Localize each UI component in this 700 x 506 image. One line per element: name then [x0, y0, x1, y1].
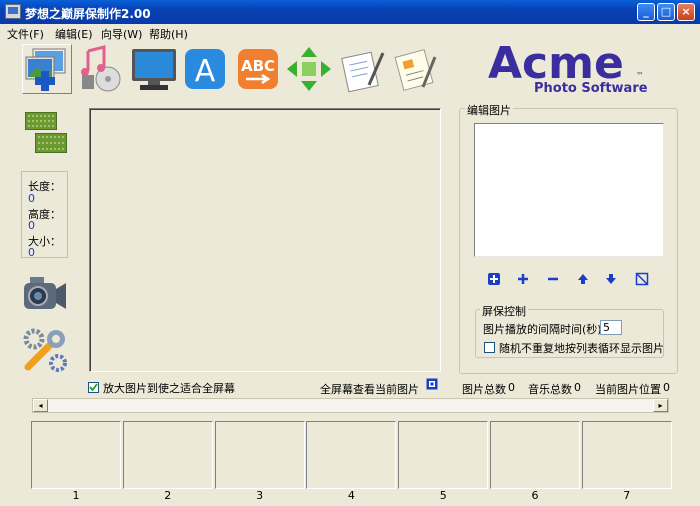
thumbnail-slot[interactable]: [122, 421, 213, 489]
fullscreen-view-label: 全屏幕查看当前图片: [320, 383, 419, 396]
current-position-label: 当前图片位置: [595, 383, 661, 396]
thumbnail-number: 7: [623, 489, 631, 502]
maximize-button[interactable]: □: [657, 3, 675, 21]
scroll-left-button[interactable]: ◂: [33, 399, 48, 412]
film-strip-icon-1[interactable]: [24, 111, 58, 131]
edit-image-list[interactable]: [474, 123, 664, 257]
fit-screen-label: 放大图片到使之适合全屏幕: [103, 382, 235, 395]
monitor-icon[interactable]: [130, 45, 178, 93]
film-strip-icon-2[interactable]: [34, 132, 68, 154]
interval-input[interactable]: 5: [600, 320, 622, 335]
picture-total-label: 图片总数: [462, 383, 506, 396]
minus-icon[interactable]: [546, 272, 560, 286]
notepad-icon[interactable]: [339, 45, 387, 93]
picture-total-value: 0: [508, 381, 515, 394]
thumbnail-slot[interactable]: [214, 421, 305, 489]
window-title: 梦想之巅屏保制作2.00: [25, 7, 151, 21]
logo-tm: ™: [636, 71, 644, 80]
settings-tools-icon[interactable]: [22, 327, 68, 373]
thumbnail-slot[interactable]: [398, 421, 489, 489]
random-order-checkbox[interactable]: [484, 342, 495, 353]
acme-logo: Acme ™ Photo Software: [486, 38, 656, 98]
move-down-icon[interactable]: [604, 272, 618, 286]
menu-bar: 文件(F) 编辑(E) 向导(W) 帮助(H): [0, 24, 700, 41]
thumbnail-slot[interactable]: [31, 421, 121, 489]
images-add-icon[interactable]: [23, 45, 71, 93]
clear-icon[interactable]: [635, 272, 649, 286]
length-value: 0: [28, 192, 35, 205]
screensaver-control-title: 屏保控制: [480, 303, 528, 319]
svg-text:ABC: ABC: [241, 57, 275, 75]
thumbnail-number: 6: [531, 489, 539, 502]
notes-icon[interactable]: [391, 45, 439, 93]
interval-label: 图片播放的间隔时间(秒): [483, 323, 602, 336]
random-order-label: 随机不重复地按列表循环显示图片: [499, 342, 664, 355]
add-image-box-icon[interactable]: [487, 272, 501, 286]
menu-help[interactable]: 帮助(H): [149, 26, 188, 42]
thumbnail-slot[interactable]: [581, 421, 672, 489]
menu-wizard[interactable]: 向导(W): [101, 26, 142, 42]
music-total-value: 0: [574, 381, 581, 394]
fit-screen-checkbox[interactable]: [88, 382, 99, 393]
thumbnail-number: 5: [439, 489, 447, 502]
app-icon[interactable]: [5, 4, 21, 19]
image-preview[interactable]: [89, 108, 441, 372]
minimize-button[interactable]: _: [637, 3, 655, 21]
thumbnail-scrollbar[interactable]: ◂ ▸: [32, 398, 669, 413]
thumbnail-number: 3: [256, 489, 264, 502]
abc-icon[interactable]: ABC: [234, 45, 282, 93]
image-info-box: 长度： 0 高度： 0 大小： 0: [21, 171, 68, 259]
text-a-icon[interactable]: A: [181, 45, 229, 93]
menu-edit[interactable]: 编辑(E): [55, 26, 93, 42]
arrows-icon[interactable]: [285, 45, 333, 93]
move-up-icon[interactable]: [576, 272, 590, 286]
thumbnail-number: 4: [347, 489, 355, 502]
edit-image-title: 编辑图片: [465, 102, 513, 118]
close-button[interactable]: ×: [677, 3, 695, 21]
thumbnail-number: 1: [72, 489, 80, 502]
acme-logo-graphic: Acme ™ Photo Software: [488, 38, 648, 96]
scroll-right-button[interactable]: ▸: [653, 399, 668, 412]
svg-text:A: A: [195, 54, 216, 89]
plus-icon[interactable]: [516, 272, 530, 286]
camera-icon[interactable]: [22, 273, 68, 315]
size-value: 0: [28, 246, 35, 259]
thumbnail-number: 2: [164, 489, 172, 502]
title-bar[interactable]: 梦想之巅屏保制作2.00 _ □ ×: [0, 0, 700, 24]
thumbnail-slot[interactable]: [490, 421, 580, 489]
current-position-value: 0: [663, 381, 670, 394]
thumbnail-slot[interactable]: [306, 421, 397, 489]
height-value: 0: [28, 219, 35, 232]
logo-subtitle: Photo Software: [534, 81, 648, 96]
music-total-label: 音乐总数: [528, 383, 572, 396]
music-icon[interactable]: [78, 45, 126, 93]
menu-file[interactable]: 文件(F): [7, 26, 44, 42]
fullscreen-icon[interactable]: [426, 378, 438, 390]
